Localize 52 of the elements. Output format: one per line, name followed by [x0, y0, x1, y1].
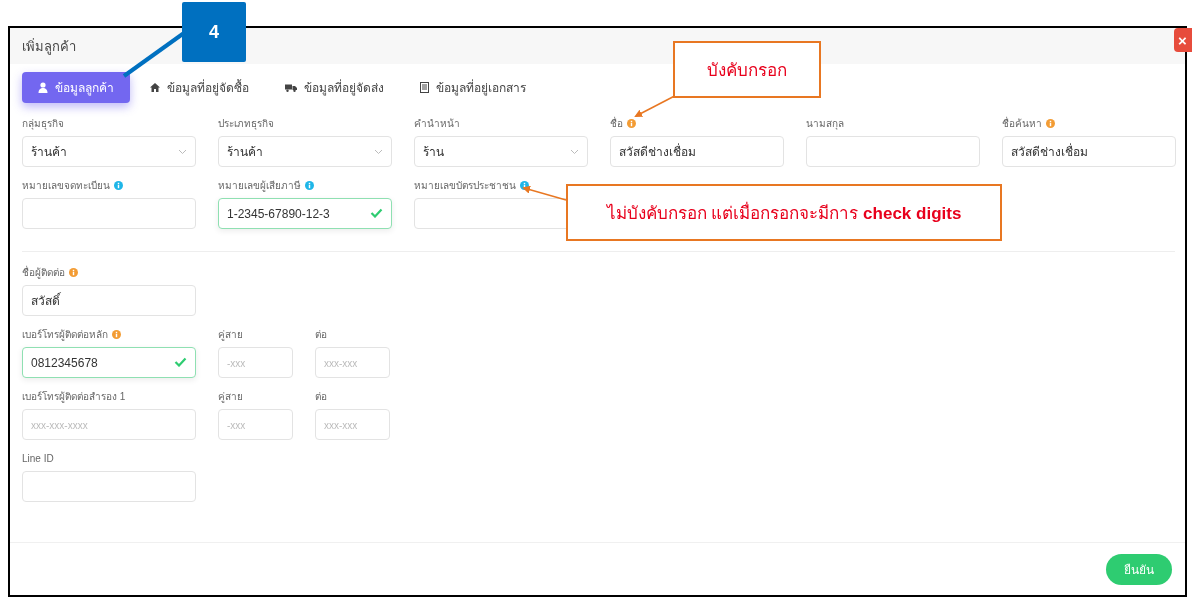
- field-label: ชื่อผู้ติดต่อ: [22, 265, 65, 280]
- field-label: ชื่อค้นหา: [1002, 116, 1042, 131]
- field-label: ต่อ: [315, 390, 327, 404]
- person-icon: [38, 82, 48, 93]
- dropdown[interactable]: ร้านค้า: [218, 136, 392, 167]
- field-label: คำนำหน้า: [414, 117, 460, 131]
- field-label: หมายเลขบัตรประชาชน: [414, 179, 516, 193]
- close-button[interactable]: ×: [1174, 28, 1192, 52]
- input-field[interactable]: -xxx: [218, 409, 293, 440]
- chevron-icon: [178, 148, 187, 155]
- tab[interactable]: ข้อมูลที่อยู่จัดส่ง: [269, 72, 400, 103]
- step-badge: 4: [182, 2, 246, 62]
- input-field[interactable]: 1-2345-67890-12-3: [218, 198, 392, 229]
- input-field[interactable]: สวัสดีช่างเชื่อม: [1002, 136, 1176, 167]
- callout-tooltip: บังคับกรอก: [673, 41, 821, 98]
- input-field[interactable]: -xxx: [218, 347, 293, 378]
- check-icon: [370, 208, 383, 218]
- field-label: ประเภทธุรกิจ: [218, 117, 274, 131]
- field-label: หมายเลขผู้เสียภาษี: [218, 179, 301, 193]
- field-label: คู่สาย: [218, 390, 243, 404]
- dropdown[interactable]: ร้านค้า: [22, 136, 196, 167]
- callout-arrow: [522, 185, 567, 201]
- chevron-icon: [570, 148, 579, 155]
- field-label: หมายเลขจดทะเบียน: [22, 179, 110, 193]
- field-label: Line ID: [22, 453, 54, 464]
- tab[interactable]: ข้อมูลที่อยู่เอกสาร: [404, 72, 542, 103]
- input-field[interactable]: [22, 471, 196, 502]
- input-field[interactable]: 0812345678: [22, 347, 196, 378]
- field-label: ชื่อ: [610, 116, 623, 131]
- chevron-icon: [374, 148, 383, 155]
- field-label: ต่อ: [315, 328, 327, 342]
- input-field[interactable]: xxx-xxx: [315, 409, 390, 440]
- input-field[interactable]: xxx-xxx-xxxx: [22, 409, 196, 440]
- field-label: กลุ่มธุรกิจ: [22, 117, 64, 131]
- field-label: นามสกุล: [806, 117, 844, 131]
- dialog-title: เพิ่มลูกค้า: [22, 37, 76, 57]
- field-label: คู่สาย: [218, 328, 243, 342]
- callout-tooltip: ไม่บังคับกรอก แต่เมื่อกรอกจะมีการ check digits: [566, 184, 1002, 241]
- input-field[interactable]: [22, 198, 196, 229]
- truck-icon: [285, 83, 297, 92]
- tab[interactable]: ข้อมูลที่อยู่จัดซื้อ: [134, 72, 265, 103]
- field-label: เบอร์โทรผู้ติดต่อหลัก: [22, 328, 108, 342]
- tab[interactable]: ข้อมูลลูกค้า: [22, 72, 130, 103]
- field-label: เบอร์โทรผู้ติดต่อสำรอง 1: [22, 390, 126, 404]
- input-field[interactable]: xxx-xxx: [315, 347, 390, 378]
- home-icon: [150, 83, 160, 92]
- input-field[interactable]: [806, 136, 980, 167]
- input-field[interactable]: สวัสดิ์: [22, 285, 196, 316]
- check-icon: [174, 357, 187, 367]
- input-field[interactable]: สวัสดีช่างเชื่อม: [610, 136, 784, 167]
- document-icon: [420, 82, 429, 93]
- dropdown[interactable]: ร้าน: [414, 136, 588, 167]
